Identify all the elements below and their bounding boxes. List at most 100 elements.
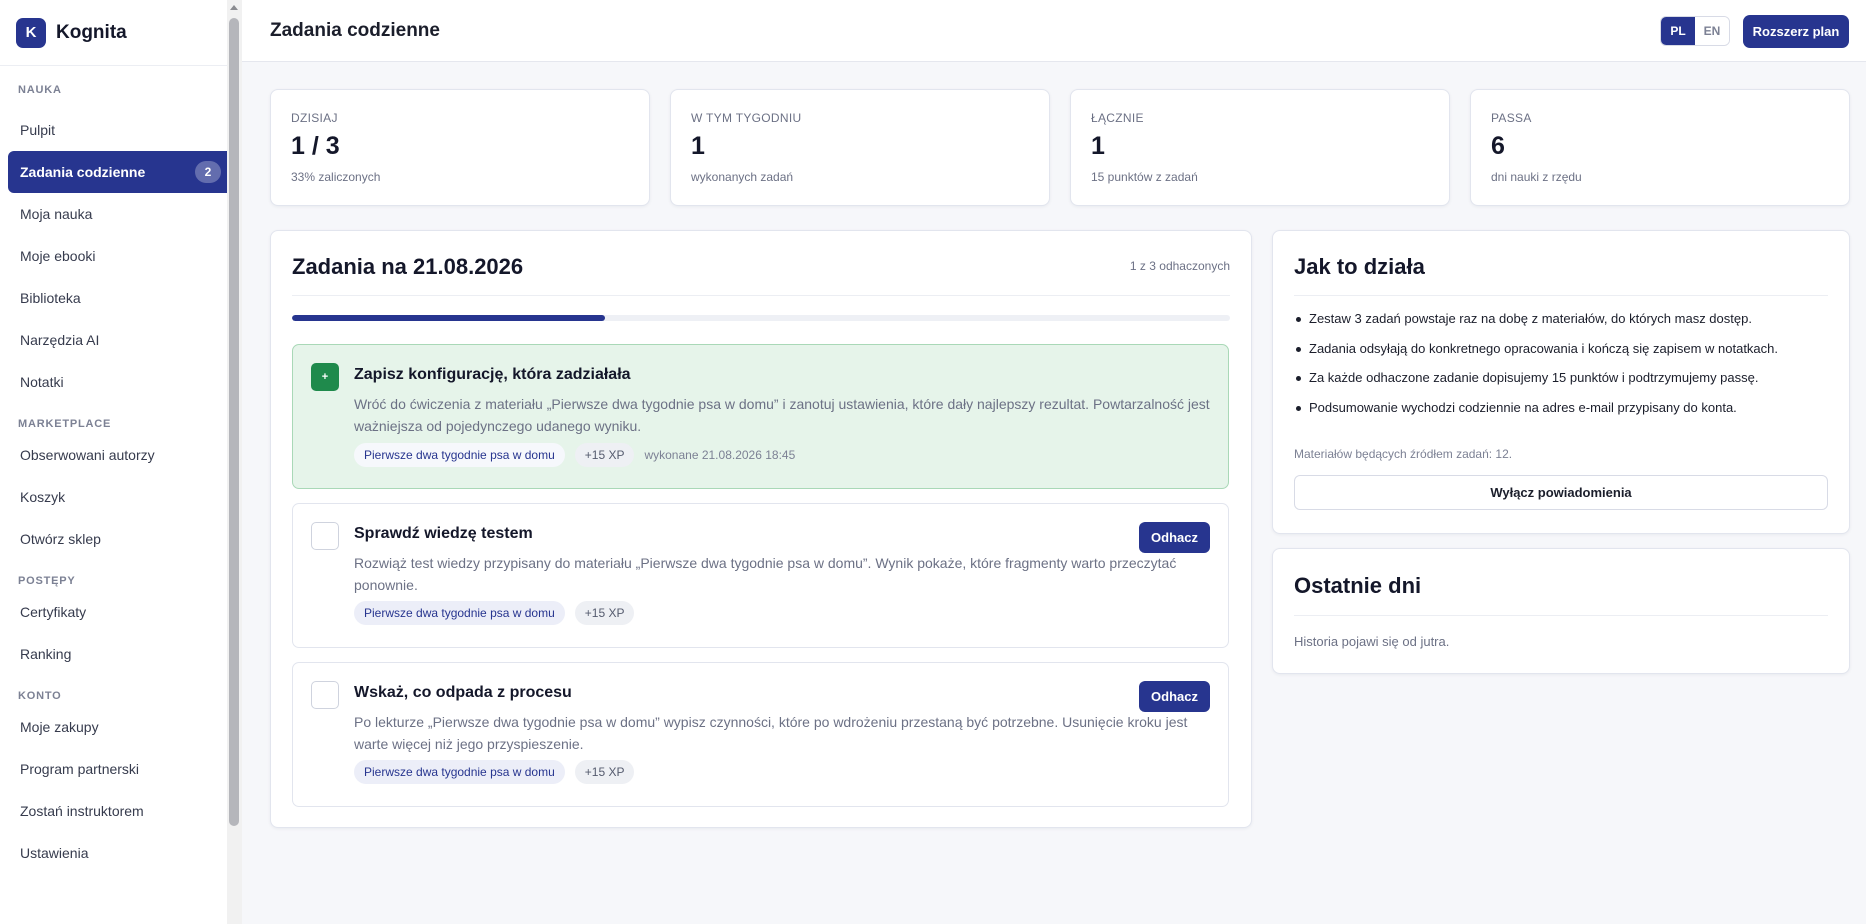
brand[interactable]: K Kognita: [0, 0, 241, 66]
sidebar-nav: NAUKA Pulpit Zadania codzienne 2 Moja nau…: [0, 84, 241, 874]
sidebar-item-label: Narzędzia AI: [20, 332, 100, 348]
sidebar-item-label: Koszyk: [20, 489, 66, 505]
brand-name: Kognita: [56, 21, 127, 43]
sidebar-item-label: Zadania codzienne: [20, 164, 146, 180]
stat-label: DZISIAJ: [291, 111, 338, 125]
sidebar-item-label: Zostań instruktorem: [20, 803, 144, 819]
sidebar-item-label: Pulpit: [20, 122, 56, 138]
tick-task-button[interactable]: Odhacz: [1139, 681, 1210, 712]
task-title: Sprawdź wiedzę testem: [354, 525, 533, 542]
recent-days-card: Ostatnie dni Historia pojawi się od jutr…: [1272, 548, 1850, 674]
stat-subtext: dni nauki z rzędu: [1491, 170, 1582, 184]
lang-en-button[interactable]: EN: [1695, 17, 1729, 45]
sidebar-item-biblioteka[interactable]: Biblioteka: [8, 277, 233, 319]
sidebar-item-label: Obserwowani autorzy: [20, 447, 155, 463]
sidebar-section-konto: KONTO: [18, 690, 62, 702]
sidebar-section-postepy: POSTĘPY: [18, 575, 76, 587]
task-xp-badge: +15 XP: [574, 601, 635, 625]
divider: [1294, 615, 1828, 616]
task-title: Zapisz konfigurację, która zadziałała: [354, 366, 631, 383]
stat-label: ŁĄCZNIE: [1091, 111, 1144, 125]
sidebar-item-zadania-codzienne[interactable]: Zadania codzienne 2: [8, 151, 233, 193]
stat-card-today: DZISIAJ 1 / 3 33% zaliczonych: [270, 89, 650, 206]
sidebar-section-marketplace: MARKETPLACE: [18, 418, 112, 430]
task-material-tag[interactable]: Pierwsze dwa tygodnie psa w domu: [354, 760, 565, 784]
sidebar: K Kognita NAUKA Pulpit Zadania codzienne…: [0, 0, 242, 924]
brand-logo: K: [16, 17, 46, 48]
tasks-panel-title: Zadania na 21.08.2026: [292, 254, 524, 279]
how-it-works-title: Jak to działa: [1294, 254, 1425, 279]
stat-label: PASSA: [1491, 111, 1532, 125]
sidebar-item-label: Program partnerski: [20, 761, 140, 777]
recent-days-title: Ostatnie dni: [1294, 573, 1422, 598]
how-it-works-point: Zadania odsyłają do konkretnego opracowa…: [1294, 341, 1794, 371]
upgrade-plan-button[interactable]: Rozszerz plan: [1743, 15, 1849, 48]
task-tags: Pierwsze dwa tygodnie psa w domu +15 XP: [354, 601, 635, 625]
tick-task-button[interactable]: Odhacz: [1139, 522, 1210, 553]
disable-notifications-button[interactable]: Wyłącz powiadomienia: [1294, 475, 1828, 510]
sidebar-item-obserwowani-autorzy[interactable]: Obserwowani autorzy: [8, 434, 233, 476]
topbar: Zadania codzienne PL EN Rozszerz plan: [242, 0, 1866, 62]
task-description: Rozwiąż test wiedzy przypisany do materi…: [354, 555, 1177, 593]
sidebar-item-ranking[interactable]: Ranking: [8, 633, 233, 675]
sidebar-item-program-partnerski[interactable]: Program partnerski: [8, 748, 233, 790]
task-checkbox[interactable]: [311, 522, 339, 550]
tasks-progress-fill: [292, 315, 605, 321]
sidebar-item-narzedzia-ai[interactable]: Narzędzia AI: [8, 319, 233, 361]
sidebar-item-label: Biblioteka: [20, 290, 81, 306]
sidebar-scrollbar-thumb[interactable]: [229, 18, 239, 826]
tasks-progress-text: 1 z 3 odhaczonych: [1129, 259, 1230, 273]
how-it-works-point: Podsumowanie wychodzi codziennie na adre…: [1294, 400, 1794, 430]
sidebar-item-moje-zakupy[interactable]: Moje zakupy: [8, 706, 233, 748]
how-it-works-point: Zestaw 3 zadań powstaje raz na dobę z ma…: [1294, 311, 1794, 341]
divider: [1294, 295, 1828, 296]
task-item: + Zapisz konfigurację, która zadziałała …: [292, 344, 1229, 489]
task-item: Wskaż, co odpada z procesu Po lekturze „…: [292, 662, 1229, 807]
sidebar-item-label: Otwórz sklep: [20, 531, 101, 547]
task-check-done-icon[interactable]: +: [311, 363, 339, 391]
sidebar-item-otworz-sklep[interactable]: Otwórz sklep: [8, 518, 233, 560]
stat-label: W TYM TYGODNIU: [691, 111, 802, 125]
task-checkbox[interactable]: [311, 681, 339, 709]
sidebar-item-notatki[interactable]: Notatki: [8, 361, 233, 403]
sidebar-item-pulpit[interactable]: Pulpit: [8, 109, 233, 151]
sidebar-item-label: Moja nauka: [20, 206, 93, 222]
task-tags: Pierwsze dwa tygodnie psa w domu +15 XP …: [354, 443, 795, 467]
divider: [292, 295, 1230, 296]
stat-subtext: wykonanych zadań: [691, 170, 794, 184]
tasks-progress-bar: [292, 315, 1230, 321]
task-item: Sprawdź wiedzę testem Rozwiąż test wiedz…: [292, 503, 1229, 648]
task-xp-badge: +15 XP: [574, 443, 635, 467]
page-title: Zadania codzienne: [270, 20, 440, 41]
nav-count-badge: 2: [195, 161, 221, 183]
how-it-works-point: Za każde odhaczone zadanie dopisujemy 15…: [1294, 370, 1794, 400]
language-switch: PL EN: [1660, 16, 1730, 46]
stat-value: 1: [691, 132, 705, 160]
sources-count-note: Materiałów będących źródłem zadań: 12.: [1294, 447, 1513, 461]
scroll-up-arrow-icon[interactable]: [230, 5, 238, 10]
stat-value: 1 / 3: [291, 132, 340, 160]
sidebar-item-ustawienia[interactable]: Ustawienia: [8, 832, 233, 874]
lang-pl-button[interactable]: PL: [1661, 17, 1695, 45]
stat-value: 6: [1491, 132, 1505, 160]
stat-card-total: ŁĄCZNIE 1 15 punktów z zadań: [1070, 89, 1450, 206]
sidebar-item-zostan-instruktorem[interactable]: Zostań instruktorem: [8, 790, 233, 832]
sidebar-item-label: Certyfikaty: [20, 604, 87, 620]
sidebar-item-certyfikaty[interactable]: Certyfikaty: [8, 591, 233, 633]
sidebar-item-moja-nauka[interactable]: Moja nauka: [8, 193, 233, 235]
task-material-tag[interactable]: Pierwsze dwa tygodnie psa w domu: [354, 601, 565, 625]
sidebar-item-label: Moje zakupy: [20, 719, 99, 735]
stat-card-streak: PASSA 6 dni nauki z rzędu: [1470, 89, 1850, 206]
sidebar-item-label: Ranking: [20, 646, 72, 662]
stat-value: 1: [1091, 132, 1105, 160]
sidebar-item-label: Notatki: [20, 374, 64, 390]
sidebar-item-moje-ebooki[interactable]: Moje ebooki: [8, 235, 233, 277]
tasks-panel: Zadania na 21.08.2026 1 z 3 odhaczonych …: [270, 230, 1252, 828]
stat-card-week: W TYM TYGODNIU 1 wykonanych zadań: [670, 89, 1050, 206]
sidebar-item-koszyk[interactable]: Koszyk: [8, 476, 233, 518]
task-done-timestamp: wykonane 21.08.2026 18:45: [644, 448, 796, 462]
task-description: Wróć do ćwiczenia z materiału „Pierwsze …: [354, 396, 1210, 434]
how-it-works-card: Jak to działa Zestaw 3 zadań powstaje ra…: [1272, 230, 1850, 534]
task-material-tag[interactable]: Pierwsze dwa tygodnie psa w domu: [354, 443, 565, 467]
sidebar-section-nauka: NAUKA: [18, 84, 62, 96]
